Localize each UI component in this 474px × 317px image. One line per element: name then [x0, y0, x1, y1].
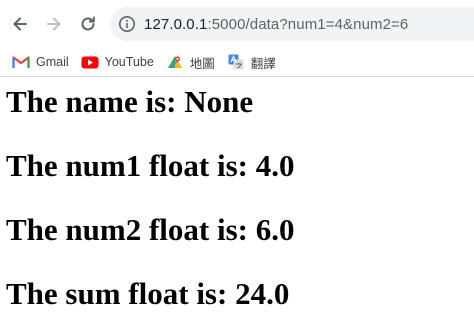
bookmark-maps[interactable]: 地圖 — [160, 50, 221, 74]
maps-icon — [166, 54, 184, 70]
bookmark-label: Gmail — [36, 55, 69, 69]
browser-toolbar: 127.0.0.1:5000/data?num1=4&num2=6 — [0, 0, 474, 48]
url-path: :5000/data?num1=4&num2=6 — [207, 15, 409, 33]
bookmark-label: YouTube — [104, 55, 154, 69]
reload-button[interactable] — [74, 10, 102, 38]
translate-icon — [227, 54, 245, 70]
gmail-icon — [12, 54, 30, 70]
bookmarks-bar: Gmail YouTube 地圖 翻譯 — [0, 48, 474, 77]
num1-line: The num1 float is: 4.0 — [6, 148, 295, 183]
forward-button[interactable] — [40, 10, 68, 38]
bookmark-label: 翻譯 — [250, 56, 276, 71]
youtube-icon — [81, 54, 99, 70]
arrow-left-icon — [13, 17, 27, 31]
arrow-right-icon — [47, 17, 61, 31]
info-icon[interactable] — [118, 15, 136, 33]
back-button[interactable] — [6, 10, 34, 38]
page-content: The name is: None The num1 float is: 4.0… — [6, 84, 466, 312]
name-line: The name is: None — [6, 84, 254, 119]
bookmark-translate[interactable]: 翻譯 — [221, 50, 282, 74]
sum-line: The sum float is: 24.0 — [6, 276, 290, 311]
url-host: 127.0.0.1 — [144, 15, 208, 33]
url-text[interactable]: 127.0.0.1:5000/data?num1=4&num2=6 — [144, 16, 408, 33]
bookmark-label: 地圖 — [189, 56, 215, 71]
bookmark-gmail[interactable]: Gmail — [6, 50, 75, 74]
address-bar[interactable]: 127.0.0.1:5000/data?num1=4&num2=6 — [110, 7, 474, 41]
reload-icon — [81, 16, 95, 31]
num2-line: The num2 float is: 6.0 — [6, 212, 295, 247]
bookmark-youtube[interactable]: YouTube — [75, 50, 160, 74]
